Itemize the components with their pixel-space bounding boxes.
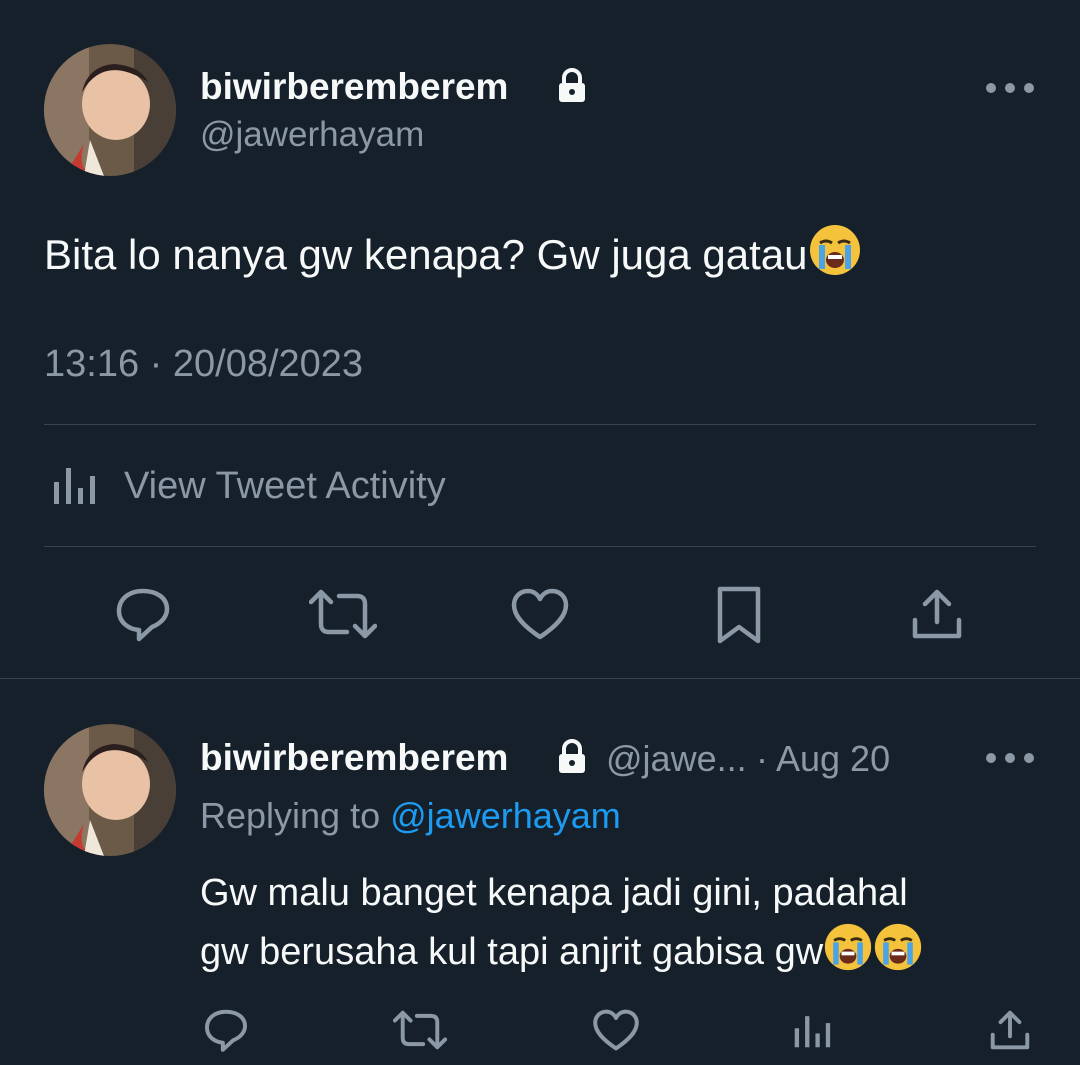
like-button[interactable] [590,1006,642,1054]
share-button[interactable] [986,1006,1034,1054]
reply-text: Gw malu banget kenapa jadi gini, padahal… [200,864,1040,989]
like-button[interactable] [508,584,572,644]
crying-face-icon [873,922,923,989]
share-icon [990,1010,1030,1050]
lock-icon [556,739,588,780]
tweet-text: Bita lo nanya gw kenapa? Gw juga gatau [44,223,862,292]
replying-to: Replying to @jawerhayam [200,795,621,837]
crying-face-icon [808,223,862,292]
share-icon [912,589,962,639]
views-button[interactable] [790,1008,834,1052]
tweet-timestamp[interactable]: 13:16 · 20/08/2023 [44,343,363,386]
tweet-text-body: Bita lo nanya gw kenapa? Gw juga gatau [44,231,808,278]
divider [44,546,1036,547]
retweet-icon [309,589,377,639]
divider [0,678,1080,679]
view-tweet-activity[interactable]: View Tweet Activity [52,462,446,511]
avatar[interactable] [44,724,176,856]
reply-button[interactable] [110,584,176,644]
reply-text-line-1: Gw malu banget kenapa jadi gini, padahal [200,872,908,914]
lock-icon [556,68,588,109]
retweet-icon [393,1010,447,1050]
view-tweet-activity-label: View Tweet Activity [124,465,446,507]
tweet-date[interactable]: · Aug 20 [756,738,890,780]
analytics-icon [794,1016,831,1048]
retweet-button[interactable] [308,584,378,644]
more-options-icon[interactable] [984,750,1036,771]
display-name[interactable]: biwirberemberem [200,737,508,779]
crying-face-icon [823,922,873,989]
bookmark-button[interactable] [712,584,766,646]
reply-icon [204,1009,248,1052]
handle[interactable]: @jawe... [606,738,747,780]
avatar[interactable] [44,44,176,176]
reply-icon [116,588,170,642]
heart-icon [511,588,569,640]
replying-to-prefix: Replying to [200,795,381,836]
retweet-button[interactable] [392,1006,448,1054]
display-name[interactable]: biwirberemberem [200,66,508,108]
replying-to-handle-link[interactable]: @jawerhayam [390,795,621,836]
share-button[interactable] [904,584,970,644]
reply-button[interactable] [200,1006,252,1054]
heart-icon [593,1009,639,1051]
reply-text-line-2-body: gw berusaha kul tapi anjrit gabisa gw [200,931,824,973]
divider [44,424,1036,425]
bookmark-icon [717,586,761,644]
reply-text-line-2: gw berusaha kul tapi anjrit gabisa gw [200,922,1040,989]
analytics-icon [52,462,96,511]
handle[interactable]: @jawerhayam [200,115,424,155]
more-options-icon[interactable] [984,80,1036,101]
